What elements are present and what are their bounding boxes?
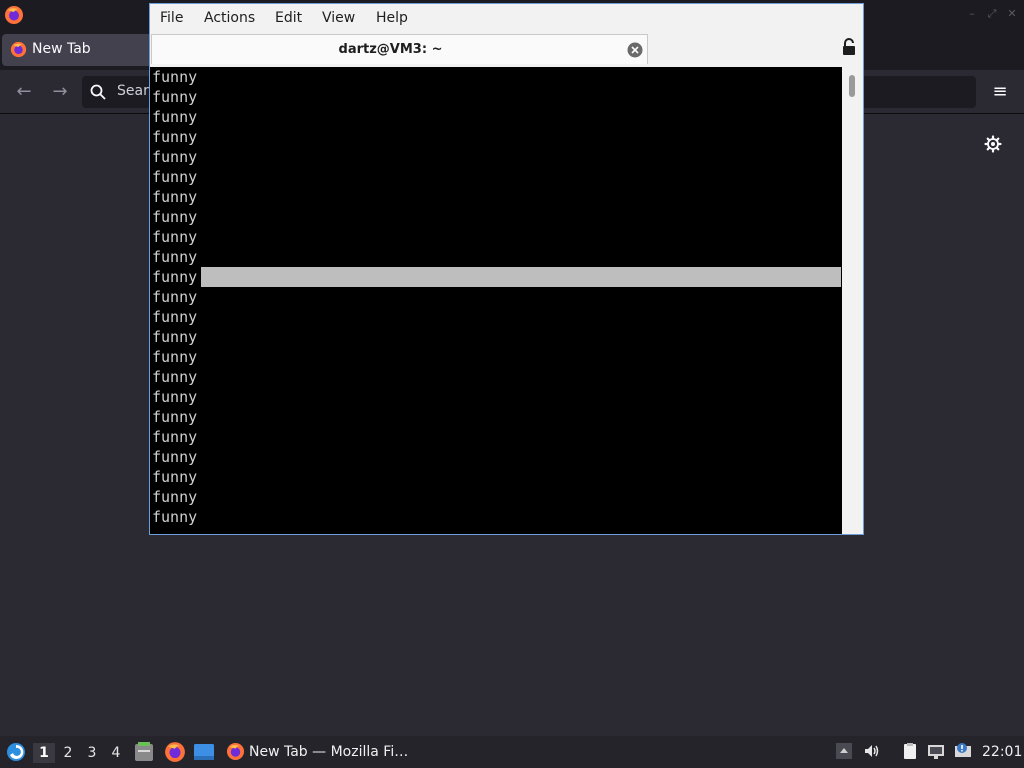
close-icon[interactable]: ✕ — [1006, 8, 1018, 20]
forward-arrow-icon[interactable]: → — [50, 82, 70, 102]
taskbar-clock: 22:01 — [982, 744, 1023, 760]
firefox-icon — [10, 41, 27, 58]
firefox-launcher-icon[interactable] — [164, 741, 186, 763]
terminal-line: funny — [152, 348, 198, 366]
menu-view[interactable]: View — [322, 10, 355, 26]
search-icon — [90, 84, 106, 100]
terminal-tabbar: dartz@VM3: ~ — [150, 32, 863, 65]
unlock-icon[interactable] — [842, 38, 856, 56]
taskbar-task-label: New Tab — Mozilla Fi… — [249, 744, 409, 760]
menu-edit[interactable]: Edit — [275, 10, 302, 26]
terminal-line: funny — [152, 508, 198, 526]
terminal-cursor — [201, 267, 841, 287]
browser-tab-label: New Tab — [32, 41, 91, 57]
terminal-line: funny — [152, 328, 198, 346]
start-menu-icon[interactable] — [6, 742, 26, 762]
terminal-line: funny — [152, 408, 198, 426]
terminal-line: funny — [152, 168, 198, 186]
terminal-line: funny — [152, 368, 198, 386]
menu-help[interactable]: Help — [376, 10, 408, 26]
terminal-line: funny — [152, 428, 198, 446]
browser-tab[interactable]: New Tab — [2, 34, 152, 66]
terminal-line: funny — [152, 228, 198, 246]
workspace-4[interactable]: 4 — [105, 743, 127, 763]
terminal-tab[interactable]: dartz@VM3: ~ — [151, 34, 648, 64]
hamburger-menu-icon[interactable]: ≡ — [990, 82, 1010, 102]
firefox-icon — [226, 742, 245, 761]
terminal-menubar: File Actions Edit View Help — [150, 4, 863, 32]
terminal-line: funny — [152, 468, 198, 486]
menu-actions[interactable]: Actions — [204, 10, 255, 26]
update-notifier-icon[interactable] — [954, 742, 972, 760]
terminal-line: funny — [152, 288, 198, 306]
network-icon[interactable] — [927, 742, 945, 760]
terminal-output[interactable]: funny funny funny funny funny funny funny funny… — [150, 67, 842, 534]
clipboard-icon[interactable] — [901, 742, 919, 760]
workspace-3[interactable]: 3 — [81, 743, 103, 763]
terminal-line: funny — [152, 208, 198, 226]
scrollbar-thumb[interactable] — [849, 75, 855, 97]
terminal-line: funny — [152, 388, 198, 406]
minimize-icon[interactable]: – — [966, 8, 978, 20]
gear-icon[interactable] — [984, 135, 1002, 153]
terminal-line: funny — [152, 88, 198, 106]
workspace-2[interactable]: 2 — [57, 743, 79, 763]
terminal-line: funny — [152, 268, 198, 286]
terminal-tab-title: dartz@VM3: ~ — [338, 42, 443, 57]
url-bar-placeholder: Sear — [117, 83, 149, 99]
terminal-line: funny — [152, 128, 198, 146]
terminal-line: funny — [152, 308, 198, 326]
terminal-line: funny — [152, 68, 198, 86]
volume-icon[interactable] — [863, 742, 881, 760]
terminal-line: funny — [152, 148, 198, 166]
menu-file[interactable]: File — [160, 10, 183, 26]
workspace-1[interactable]: 1 — [33, 743, 55, 763]
maximize-icon[interactable]: ⤢ — [986, 8, 998, 20]
terminal-scrollbar[interactable] — [842, 67, 863, 534]
terminal-line: funny — [152, 188, 198, 206]
terminal-line: funny — [152, 108, 198, 126]
tray-expand-icon[interactable] — [835, 742, 853, 760]
terminal-line: funny — [152, 488, 198, 506]
file-manager-icon[interactable] — [133, 741, 155, 763]
desktop-icon[interactable] — [193, 741, 215, 763]
terminal-line: funny — [152, 248, 198, 266]
close-tab-icon[interactable] — [627, 42, 643, 58]
firefox-icon — [5, 6, 23, 24]
terminal-window: File Actions Edit View Help dartz@VM3: ~… — [149, 3, 864, 535]
back-arrow-icon[interactable]: ← — [14, 82, 34, 102]
terminal-line: funny — [152, 448, 198, 466]
